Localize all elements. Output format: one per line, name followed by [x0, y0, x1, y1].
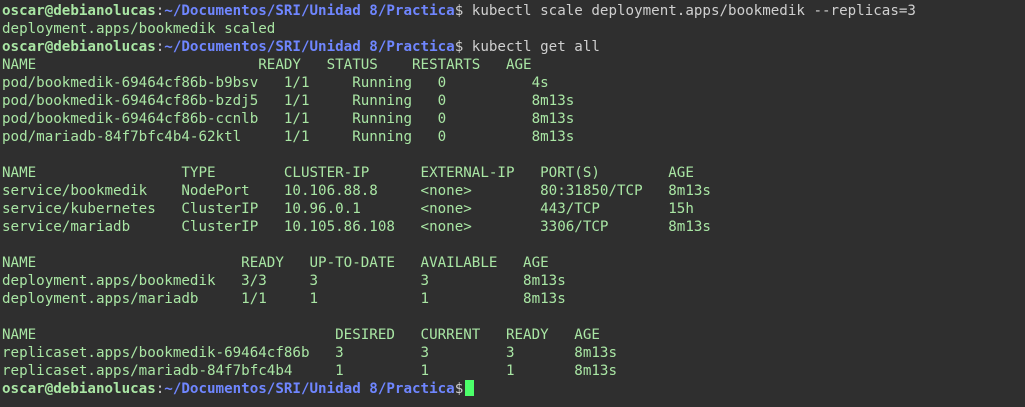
text-cursor[interactable] — [465, 380, 475, 396]
prompt-line: oscar@debianolucas:~/Documentos/SRI/Unid… — [2, 38, 1025, 56]
output-text: pod/bookmedik-69464cf86b-ccnlb 1/1 Runni… — [2, 111, 575, 127]
output-line: pod/bookmedik-69464cf86b-b9bsv 1/1 Runni… — [2, 74, 1025, 92]
output-line: pod/bookmedik-69464cf86b-ccnlb 1/1 Runni… — [2, 110, 1025, 128]
output-text: deployment.apps/bookmedik 3/3 3 3 8m13s — [2, 273, 566, 289]
output-line: NAME DESIRED CURRENT READY AGE — [2, 326, 1025, 344]
output-text: service/mariadb ClusterIP 10.105.86.108 … — [2, 219, 711, 235]
prompt-line: oscar@debianolucas:~/Documentos/SRI/Unid… — [2, 380, 1025, 398]
prompt-line: oscar@debianolucas:~/Documentos/SRI/Unid… — [2, 2, 1025, 20]
output-text: pod/mariadb-84f7bfc4b4-62ktl 1/1 Running… — [2, 129, 575, 145]
prompt-symbol: $ — [454, 3, 464, 19]
output-line: deployment.apps/bookmedik scaled — [2, 20, 1025, 38]
output-text: service/kubernetes ClusterIP 10.96.0.1 <… — [2, 201, 694, 217]
output-text: deployment.apps/mariadb 1/1 1 1 8m13s — [2, 291, 566, 307]
output-line: service/kubernetes ClusterIP 10.96.0.1 <… — [2, 200, 1025, 218]
output-line: NAME TYPE CLUSTER-IP EXTERNAL-IP PORT(S)… — [2, 164, 1025, 182]
prompt-symbol: $ — [454, 39, 464, 55]
prompt-separator: : — [155, 39, 165, 55]
output-line: pod/bookmedik-69464cf86b-bzdj5 1/1 Runni… — [2, 92, 1025, 110]
output-line: NAME READY UP-TO-DATE AVAILABLE AGE — [2, 254, 1025, 272]
output-text: pod/bookmedik-69464cf86b-bzdj5 1/1 Runni… — [2, 93, 575, 109]
output-text: deployment.apps/bookmedik scaled — [2, 21, 276, 37]
prompt-path: ~/Documentos/SRI/Unidad 8/Practica — [164, 39, 455, 55]
prompt-separator: : — [155, 381, 165, 397]
output-line: service/mariadb ClusterIP 10.105.86.108 … — [2, 218, 1025, 236]
output-text: replicaset.apps/bookmedik-69464cf86b 3 3… — [2, 345, 617, 361]
command-text: kubectl scale deployment.apps/bookmedik … — [463, 3, 916, 19]
output-text: NAME READY STATUS RESTARTS AGE — [2, 57, 532, 73]
prompt-separator: : — [155, 3, 165, 19]
prompt-symbol: $ — [454, 381, 464, 397]
output-text: NAME DESIRED CURRENT READY AGE — [2, 327, 600, 343]
output-line: replicaset.apps/bookmedik-69464cf86b 3 3… — [2, 344, 1025, 362]
output-line: service/bookmedik NodePort 10.106.88.8 <… — [2, 182, 1025, 200]
output-line: replicaset.apps/mariadb-84f7bfc4b4 1 1 1… — [2, 362, 1025, 380]
prompt-user-host: oscar@debianolucas — [2, 3, 156, 19]
output-text: replicaset.apps/mariadb-84f7bfc4b4 1 1 1… — [2, 363, 617, 379]
terminal-window[interactable]: oscar@debianolucas:~/Documentos/SRI/Unid… — [0, 0, 1025, 407]
output-line: NAME READY STATUS RESTARTS AGE — [2, 56, 1025, 74]
output-text: NAME TYPE CLUSTER-IP EXTERNAL-IP PORT(S)… — [2, 165, 694, 181]
output-line: deployment.apps/mariadb 1/1 1 1 8m13s — [2, 290, 1025, 308]
output-text: pod/bookmedik-69464cf86b-b9bsv 1/1 Runni… — [2, 75, 549, 91]
output-line: pod/mariadb-84f7bfc4b4-62ktl 1/1 Running… — [2, 128, 1025, 146]
prompt-user-host: oscar@debianolucas — [2, 381, 156, 397]
prompt-path: ~/Documentos/SRI/Unidad 8/Practica — [164, 3, 455, 19]
output-line: deployment.apps/bookmedik 3/3 3 3 8m13s — [2, 272, 1025, 290]
command-text: kubectl get all — [463, 39, 600, 55]
prompt-user-host: oscar@debianolucas — [2, 39, 156, 55]
prompt-path: ~/Documentos/SRI/Unidad 8/Practica — [164, 381, 455, 397]
terminal-output: oscar@debianolucas:~/Documentos/SRI/Unid… — [2, 2, 1025, 398]
output-text: service/bookmedik NodePort 10.106.88.8 <… — [2, 183, 711, 199]
output-text: NAME READY UP-TO-DATE AVAILABLE AGE — [2, 255, 549, 271]
